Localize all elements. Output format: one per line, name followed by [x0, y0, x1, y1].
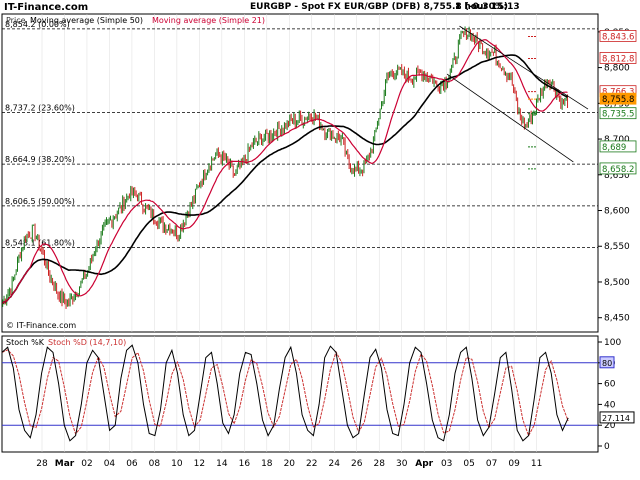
chart-canvas: 28 Mar 02 04 06 08 10 12 14 16 18 20 22 24 26 28 30 Apr 03…	[1, 13, 637, 469]
stoch-y-tick-label: 60	[604, 380, 616, 390]
sma21-line	[2, 39, 568, 304]
fib-level-label: 8,737.2 (23.60%)	[5, 103, 75, 112]
timestamp: 15:13	[490, 2, 520, 12]
x-tick-label: 07	[486, 459, 497, 469]
channel-line	[459, 25, 589, 110]
x-tick-label: 08	[149, 459, 161, 469]
x-tick-label: 16	[239, 459, 251, 469]
stoch-y-tick-label: 100	[604, 338, 621, 348]
x-tick-label: 28	[36, 459, 48, 469]
x-tick-label: 28	[373, 459, 385, 469]
x-tick-label: 03	[441, 459, 452, 469]
watermark: © IT-Finance.com	[6, 321, 76, 330]
x-tick-label: 18	[261, 459, 273, 469]
x-tick-label: 11	[531, 459, 542, 469]
x-tick-label: 06	[126, 459, 138, 469]
price-marker-label: 8,735.5	[602, 110, 634, 120]
price-marker-label: 8,658.2	[602, 165, 634, 175]
x-tick-label: 30	[396, 459, 408, 469]
sma50-line	[2, 54, 568, 304]
price-marker-label: 8,689	[602, 143, 626, 153]
x-tick-label: 22	[306, 459, 317, 469]
x-tick-label: 09	[508, 459, 520, 469]
interval: 1 hour	[455, 2, 488, 12]
x-tick-label: 14	[216, 459, 228, 469]
x-tick-label: Apr	[415, 459, 433, 469]
brand-label: IT-Finance.com	[4, 2, 89, 13]
x-tick-label: 12	[194, 459, 205, 469]
y-tick-label: 8,500	[604, 278, 630, 288]
x-tick-label: 26	[351, 459, 363, 469]
y-tick-label: 8,600	[604, 207, 630, 217]
stoch-y-tick-label: 0	[604, 442, 610, 452]
legend-price: Price	[6, 16, 26, 25]
price-marker-label: 8,755.8	[602, 95, 634, 105]
x-tick-label: 05	[463, 459, 474, 469]
x-tick-label: 10	[171, 459, 183, 469]
price-marker-label: 8,843.6	[602, 32, 634, 42]
stoch-level-label: 80	[602, 359, 612, 368]
stoch-y-tick-label: 40	[604, 400, 616, 410]
stoch-k-value: 27.114	[602, 414, 630, 423]
instrument-title: EURGBP - Spot FX EUR/GBP (DFB)	[250, 2, 421, 12]
y-tick-label: 8,450	[604, 314, 630, 324]
y-tick-label: 8,550	[604, 242, 630, 252]
x-tick-label: Mar	[55, 459, 75, 469]
price-marker-label: 8,812.8	[602, 54, 634, 64]
x-tick-label: 24	[329, 459, 341, 469]
legend-stoch-k: Stoch %K	[6, 338, 45, 347]
fib-level-label: 8,606.5 (50.00%)	[5, 197, 75, 206]
legend-sma21: Moving average (Simple 21)	[152, 16, 265, 25]
x-tick-label: 20	[284, 459, 296, 469]
interval-time: 1 hour 15:13	[455, 2, 520, 12]
legend-stoch-d: Stoch %D (14,7,10)	[48, 338, 126, 347]
x-tick-label: 04	[104, 459, 116, 469]
fib-level-label: 8,664.9 (38.20%)	[5, 155, 75, 164]
x-tick-label: 02	[81, 459, 92, 469]
y-tick-label: 8,800	[604, 64, 630, 74]
legend-sma50: Moving average (Simple 50)	[30, 16, 143, 25]
